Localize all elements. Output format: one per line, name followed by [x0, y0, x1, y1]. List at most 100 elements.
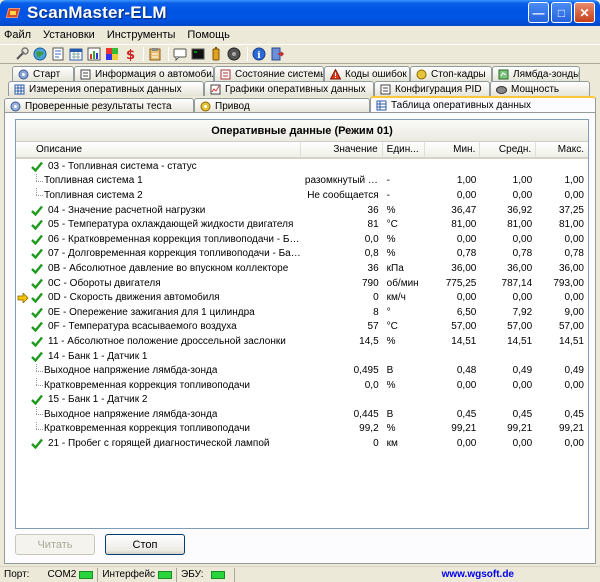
table-row[interactable]: 04 - Значение расчетной нагрузки 36% 36,47… — [16, 203, 588, 218]
column-header-value[interactable]: Значение — [301, 142, 383, 157]
cell-description: 0E - Опережение зажигания для 1 цилиндра — [16, 307, 301, 318]
cell-description: 04 - Значение расчетной нагрузки — [16, 205, 301, 216]
dollar-icon[interactable]: $ — [122, 46, 138, 62]
table-row[interactable]: Кратковременная коррекция топливоподачи 9… — [16, 421, 588, 437]
flag-icon[interactable] — [104, 46, 120, 62]
tab-vehicle-info[interactable]: Информация о автомобиле — [74, 66, 214, 81]
column-header-min[interactable]: Мин. — [425, 142, 481, 157]
cell-avg: 14,51 — [507, 335, 533, 347]
column-header-description[interactable]: Описание — [16, 142, 301, 157]
stop-button[interactable]: Стоп — [105, 534, 185, 555]
cell-max: 36,00 — [558, 262, 584, 274]
close-icon: ✕ — [579, 5, 590, 20]
table-row[interactable]: 0D - Скорость движения автомобиля 0 км/ч 0,… — [16, 290, 588, 305]
checkmark-icon — [30, 219, 44, 231]
website-link[interactable]: www.wgsoft.de — [442, 569, 514, 580]
menu-tools[interactable]: Инструменты — [107, 29, 176, 41]
table-row[interactable]: 15 - Банк 1 - Датчик 2 — [16, 393, 588, 408]
tab-freeze-frames[interactable]: Стоп-кадры — [410, 66, 492, 81]
tab-error-codes[interactable]: Коды ошибок — [324, 66, 410, 81]
column-header-avg[interactable]: Средн. — [480, 142, 537, 157]
title-bar[interactable]: ScanMaster-ELM — □ ✕ — [0, 0, 600, 26]
close-button[interactable]: ✕ — [574, 2, 595, 23]
table-row[interactable]: Кратковременная коррекция топливоподачи 0… — [16, 378, 588, 393]
battery-icon[interactable] — [208, 46, 224, 62]
checkmark-icon — [30, 278, 44, 289]
cell-avg: 57,00 — [507, 321, 533, 333]
description-text: 04 - Значение расчетной нагрузки — [48, 204, 206, 216]
cell-min: 6,50 — [456, 306, 477, 318]
menu-bar: Файл Установки Инструменты Помощь — [0, 26, 600, 44]
tab-live-data-graphs[interactable]: Графики оперативных данных — [204, 81, 374, 96]
wrench-icon[interactable] — [14, 46, 30, 62]
record-icon[interactable] — [226, 46, 242, 62]
column-header-max[interactable]: Макс. — [536, 142, 588, 157]
cell-max: 9,00 — [564, 306, 584, 318]
cell-max: 793,00 — [553, 277, 584, 289]
menu-file[interactable]: Файл — [4, 29, 31, 41]
svg-text:$: $ — [126, 48, 135, 61]
cell-description: Топливная система 1 — [16, 173, 301, 188]
menu-settings[interactable]: Установки — [43, 29, 95, 41]
table-row[interactable]: Выходное напряжение лямбда-зонда 0,495 В 0,… — [16, 363, 588, 378]
cell-description: 14 - Банк 1 - Датчик 1 — [16, 351, 301, 362]
calendar-icon[interactable] — [68, 46, 84, 62]
table-row[interactable]: 14 - Банк 1 - Датчик 1 — [16, 349, 588, 364]
cell-avg: 0,00 — [512, 189, 533, 201]
tab-system-status[interactable]: Состояние системы — [214, 66, 324, 81]
table-row[interactable]: Топливная система 1 разомкнутый к... - 1,00… — [16, 173, 588, 189]
table-row[interactable]: 0E - Опережение зажигания для 1 цилиндра… — [16, 305, 588, 320]
tab-live-data-table[interactable]: Таблица оперативных данных — [370, 96, 596, 113]
svg-text:i: i — [257, 51, 261, 61]
tab-lambda-sensors[interactable]: Лямбда-зонды — [492, 66, 580, 81]
globe-icon[interactable] — [32, 46, 48, 62]
terminal-icon[interactable] — [190, 46, 206, 62]
table-row[interactable]: Топливная система 2 Не сообщается - 0,00 0,0… — [16, 188, 588, 203]
table-row[interactable]: 0F - Температура всасываемого воздуха 57 °… — [16, 320, 588, 335]
maximize-button[interactable]: □ — [551, 2, 572, 23]
read-button[interactable]: Читать — [15, 534, 95, 555]
cell-min: 36,00 — [451, 262, 477, 274]
chart-icon[interactable] — [86, 46, 102, 62]
description-text: 05 - Температура охлаждающей жидкости дв… — [48, 219, 294, 231]
table-row[interactable]: 06 - Кратковременная коррекция топливопо… — [16, 232, 588, 247]
description-text: Выходное напряжение лямбда-зонда — [44, 365, 218, 377]
tab-start[interactable]: Старт — [12, 66, 74, 81]
live-data-grid[interactable]: Оперативные данные (Режим 01) Описание З… — [15, 119, 589, 529]
table-row[interactable]: 0B - Абсолютное давление во впускном кол… — [16, 261, 588, 276]
message-icon[interactable] — [172, 46, 188, 62]
toolbar-separator — [247, 47, 248, 61]
menu-help[interactable]: Помощь — [187, 29, 230, 41]
table-row[interactable]: 0C - Обороты двигателя 790 об/мин 775,25 787… — [16, 276, 588, 291]
cell-unit: В — [386, 408, 394, 420]
tab-pid-config[interactable]: Конфигурация PID — [374, 81, 490, 96]
checkmark-icon — [30, 394, 44, 406]
tab-actuator[interactable]: Привод — [194, 98, 370, 113]
document-icon[interactable] — [50, 46, 66, 62]
toolbar-separator — [168, 47, 169, 61]
exit-icon[interactable] — [269, 46, 285, 62]
table-row[interactable]: 05 - Температура охлаждающей жидкости дв… — [16, 217, 588, 232]
info-icon[interactable]: i — [251, 46, 267, 62]
tab-power[interactable]: Мощность — [490, 81, 590, 96]
table-row[interactable]: 21 - Пробег с горящей диагностической ла… — [16, 436, 588, 451]
cell-avg: 0,00 — [512, 379, 533, 391]
table-row[interactable]: Выходное напряжение лямбда-зонда 0,445 В 0,… — [16, 407, 588, 422]
checkmark-icon — [30, 248, 44, 260]
table-row[interactable]: 03 - Топливная система - статус — [16, 159, 588, 174]
tab-test-results[interactable]: Проверенные результаты теста — [4, 98, 194, 113]
tab-live-data-measurements[interactable]: Измерения оперативных данных — [8, 81, 204, 96]
clipboard-icon[interactable] — [147, 46, 163, 62]
cell-unit: км — [386, 438, 398, 450]
column-header-unit[interactable]: Един... — [383, 142, 425, 157]
cell-min: 0,78 — [456, 248, 477, 260]
cell-description: 05 - Температура охлаждающей жидкости дв… — [16, 219, 301, 231]
table-row[interactable]: 07 - Долговременная коррекция топливопод… — [16, 247, 588, 262]
description-text: Выходное напряжение лямбда-зонда — [44, 408, 218, 420]
description-text: Топливная система 2 — [44, 189, 143, 201]
description-text: 0F - Температура всасываемого воздуха — [48, 321, 237, 333]
table-row[interactable]: 11 - Абсолютное положение дроссельной за… — [16, 334, 588, 349]
description-text: 0B - Абсолютное давление во впускном кол… — [48, 262, 289, 274]
minimize-button[interactable]: — — [528, 2, 549, 23]
checkmark-icon — [30, 263, 44, 274]
